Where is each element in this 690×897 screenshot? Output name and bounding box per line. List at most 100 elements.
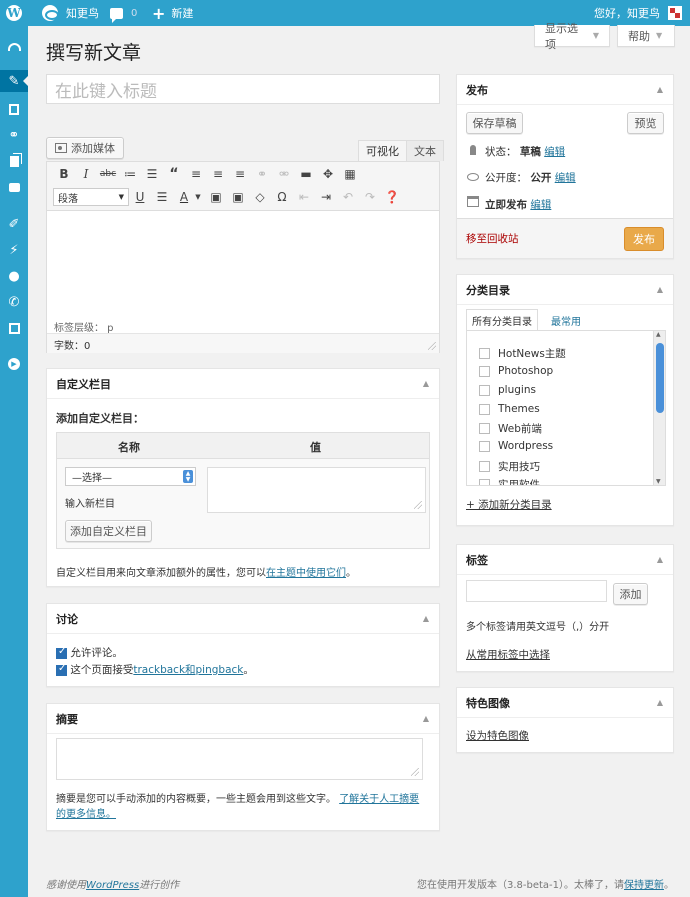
more-tag-icon[interactable]: ▬ xyxy=(297,165,315,183)
format-select[interactable]: 段落 ▼ xyxy=(53,188,129,206)
edit-publish-time-link[interactable]: 编辑 xyxy=(530,199,551,211)
excerpt-textarea[interactable] xyxy=(56,738,423,780)
tab-visual[interactable]: 可视化 xyxy=(358,140,407,161)
list-item[interactable]: Themes xyxy=(479,403,540,415)
menu-media[interactable] xyxy=(0,98,28,120)
excerpt-help-link-2[interactable]: 的更多信息。 xyxy=(56,809,116,820)
list-item[interactable]: 实用技巧 xyxy=(479,459,540,474)
new-tag-input[interactable] xyxy=(466,580,607,602)
numbered-list-icon[interactable]: ☰ xyxy=(143,165,161,183)
custom-fields-header[interactable]: 自定义栏目 ▲ xyxy=(47,369,439,399)
excerpt-header[interactable]: 摘要 ▲ xyxy=(47,704,439,734)
enter-new-field-link[interactable]: 输入新栏目 xyxy=(65,495,115,510)
underline-icon[interactable]: U xyxy=(131,188,149,206)
menu-collapse[interactable]: ▶ xyxy=(0,353,28,375)
categories-header[interactable]: 分类目录 ▲ xyxy=(457,275,673,305)
category-checkbox[interactable] xyxy=(479,348,490,359)
indent-icon[interactable]: ⇥ xyxy=(317,188,335,206)
menu-plugins[interactable]: ⚡ xyxy=(0,239,28,261)
featured-image-header[interactable]: 特色图像 ▲ xyxy=(457,688,673,718)
add-media-button[interactable]: 添加媒体 xyxy=(46,137,124,159)
toggle-arrow-icon[interactable]: ▲ xyxy=(657,698,663,707)
comments-menu[interactable]: 0 xyxy=(110,0,137,26)
custom-field-value-textarea[interactable] xyxy=(207,467,426,513)
italic-icon[interactable]: I xyxy=(77,165,95,183)
add-custom-field-button[interactable]: 添加自定义栏目 xyxy=(65,520,152,542)
toggle-arrow-icon[interactable]: ▲ xyxy=(423,614,429,623)
allow-trackbacks-checkbox[interactable] xyxy=(56,663,67,676)
tab-popular-categories[interactable]: 最常用 xyxy=(546,309,586,331)
post-title-input[interactable]: 在此键入标题 xyxy=(46,74,440,104)
resize-handle-icon[interactable] xyxy=(411,768,419,776)
scroll-down-icon[interactable]: ▼ xyxy=(656,478,661,485)
category-checkbox[interactable] xyxy=(479,461,490,472)
move-to-trash-link[interactable]: 移至回收站 xyxy=(466,231,519,246)
category-checkbox[interactable] xyxy=(479,479,490,485)
category-checkbox[interactable] xyxy=(479,440,490,452)
preview-button[interactable]: 预览 xyxy=(627,112,664,134)
save-draft-button[interactable]: 保存草稿 xyxy=(466,112,523,134)
publish-header[interactable]: 发布 ▲ xyxy=(457,75,673,105)
menu-settings[interactable] xyxy=(0,317,28,339)
resize-handle-icon[interactable] xyxy=(428,342,436,350)
justify-icon[interactable]: ☰ xyxy=(153,188,171,206)
allow-comments-checkbox[interactable] xyxy=(56,646,67,659)
excerpt-help-link[interactable]: 了解关于人工摘要 xyxy=(339,794,419,805)
align-right-icon[interactable]: ≡ xyxy=(231,165,249,183)
wordpress-logo-menu[interactable]: W xyxy=(6,0,22,26)
toggle-arrow-icon[interactable]: ▲ xyxy=(657,85,663,94)
bullet-list-icon[interactable]: ≔ xyxy=(121,165,139,183)
custom-field-key-select[interactable]: —选择— ▲ ▼ xyxy=(65,467,196,486)
list-item[interactable]: HotNews主题 xyxy=(479,346,566,361)
tab-text[interactable]: 文本 xyxy=(406,140,444,161)
align-left-icon[interactable]: ≡ xyxy=(187,165,205,183)
list-item[interactable]: Wordpress xyxy=(479,440,553,452)
help-button[interactable]: 帮助 ▼ xyxy=(617,25,675,47)
unlink-icon[interactable]: ⚮ xyxy=(275,165,293,183)
toolbar-toggle-icon[interactable]: ▦ xyxy=(341,165,359,183)
category-checkbox[interactable] xyxy=(479,423,490,434)
menu-pages[interactable] xyxy=(0,150,28,172)
menu-tools[interactable]: ✆ xyxy=(0,291,28,313)
list-item[interactable]: 实用软件 xyxy=(479,477,540,485)
list-item[interactable]: Web前端 xyxy=(479,421,542,436)
fullscreen-icon[interactable]: ✥ xyxy=(319,165,337,183)
resize-handle-icon[interactable] xyxy=(414,501,422,509)
add-new-category-link[interactable]: + 添加新分类目录 xyxy=(466,497,552,512)
text-color-dropdown-icon[interactable]: ▼ xyxy=(189,188,207,206)
choose-tags-link[interactable]: 从常用标签中选择 xyxy=(466,647,550,662)
redo-icon[interactable]: ↷ xyxy=(361,188,379,206)
toggle-arrow-icon[interactable]: ▲ xyxy=(423,379,429,388)
help-icon[interactable]: ❓ xyxy=(383,188,401,206)
strikethrough-icon[interactable]: abc xyxy=(99,165,117,183)
menu-links[interactable]: ⚭ xyxy=(0,124,28,146)
discussion-header[interactable]: 讨论 ▲ xyxy=(47,604,439,634)
list-item[interactable]: plugins xyxy=(479,384,536,396)
screen-options-button[interactable]: 显示选项 ▼ xyxy=(534,22,610,51)
menu-appearance[interactable]: ✐ xyxy=(0,213,28,235)
toggle-arrow-icon[interactable]: ▲ xyxy=(657,555,663,564)
category-checkbox[interactable] xyxy=(479,384,490,396)
menu-dashboard[interactable] xyxy=(0,36,28,58)
link-icon[interactable]: ⚭ xyxy=(253,165,271,183)
scroll-up-icon[interactable]: ▲ xyxy=(656,331,661,338)
category-checkbox[interactable] xyxy=(479,365,490,377)
tab-all-categories[interactable]: 所有分类目录 xyxy=(466,309,538,331)
toggle-arrow-icon[interactable]: ▲ xyxy=(657,285,663,294)
new-content-menu[interactable]: + 新建 xyxy=(152,0,193,26)
custom-fields-help-link[interactable]: 在主题中使用它们 xyxy=(266,568,346,579)
toggle-arrow-icon[interactable]: ▲ xyxy=(423,714,429,723)
undo-icon[interactable]: ↶ xyxy=(339,188,357,206)
edit-visibility-link[interactable]: 编辑 xyxy=(555,172,576,184)
align-center-icon[interactable]: ≡ xyxy=(209,165,227,183)
list-item[interactable]: Photoshop xyxy=(479,365,553,377)
set-featured-image-link[interactable]: 设为特色图像 xyxy=(466,728,529,743)
blockquote-icon[interactable]: “ xyxy=(165,165,183,183)
wordpress-link[interactable]: WordPress xyxy=(86,880,139,891)
outdent-icon[interactable]: ⇤ xyxy=(295,188,313,206)
my-account-menu[interactable]: 您好，知更鸟 xyxy=(594,0,682,26)
menu-comments[interactable] xyxy=(0,176,28,198)
editor-content-area[interactable] xyxy=(47,212,439,317)
publish-button[interactable]: 发布 xyxy=(624,227,664,251)
menu-users[interactable]: ● xyxy=(0,265,28,287)
